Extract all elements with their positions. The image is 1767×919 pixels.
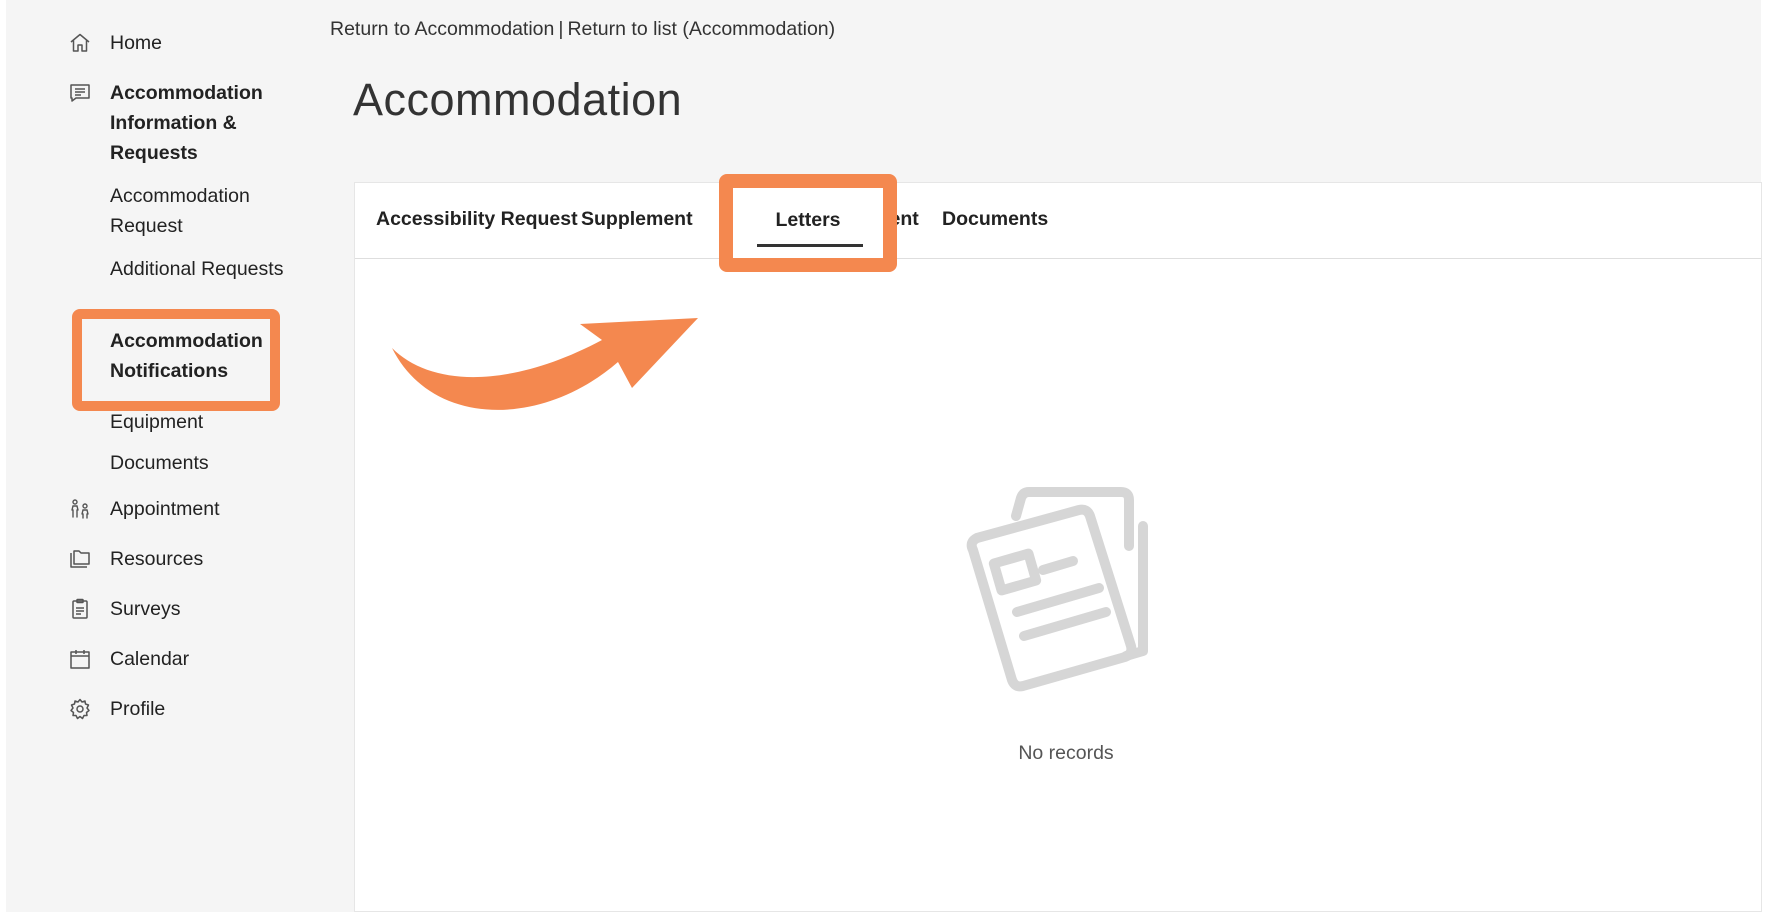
curved-arrow-icon — [392, 318, 698, 410]
tab-letters[interactable]: Letters — [733, 209, 883, 232]
sidebar-item-profile[interactable]: Profile — [68, 694, 310, 724]
sidebar-item-home[interactable]: Home — [68, 28, 310, 58]
sidebar-item-label: Accommodation Information & Requests — [110, 82, 263, 164]
sidebar: Home Accommodation Information & Request… — [6, 0, 354, 912]
gear-icon — [68, 697, 92, 721]
sidebar-subitem-accommodation-notifications[interactable]: Accommodation Notifications — [110, 326, 310, 386]
sidebar-item-accommodation-info[interactable]: Accommodation Information & Requests — [68, 78, 310, 168]
calendar-icon — [68, 647, 92, 671]
folders-icon — [68, 547, 92, 571]
page-title: Accommodation — [353, 74, 683, 125]
return-to-list-link[interactable]: Return to list (Accommodation) — [567, 18, 835, 40]
breadcrumb: Return to Accommodation | Return to list (… — [330, 18, 835, 41]
sidebar-subitem-equipment[interactable]: Equipment — [110, 407, 310, 437]
tab-bar: Accessibility Request Supplement quipmen… — [355, 183, 1761, 259]
sidebar-item-resources[interactable]: Resources — [68, 544, 310, 574]
sidebar-item-calendar[interactable]: Calendar — [68, 644, 310, 674]
sidebar-item-label: Profile — [110, 698, 166, 720]
highlight-box-tab: Letters — [719, 174, 897, 272]
app-frame: Home Accommodation Information & Request… — [6, 0, 1762, 912]
no-records-text: No records — [1018, 742, 1114, 764]
documents-empty-icon — [966, 487, 1148, 692]
tab-accessibility-request[interactable]: Accessibility Request — [376, 208, 578, 231]
message-list-icon — [68, 81, 92, 105]
sidebar-item-surveys[interactable]: Surveys — [68, 594, 310, 624]
home-icon — [68, 31, 92, 55]
sidebar-subitem-additional-requests[interactable]: Additional Requests — [110, 254, 310, 284]
sidebar-item-label: Appointment — [110, 498, 220, 520]
sidebar-subitem-accommodation-request[interactable]: Accommodation Request — [110, 181, 310, 241]
sidebar-item-appointment[interactable]: Appointment — [68, 494, 310, 524]
sidebar-subitem-documents[interactable]: Documents — [110, 448, 310, 478]
sidebar-item-label: Surveys — [110, 598, 181, 620]
sidebar-item-label: Home — [110, 32, 163, 54]
clipboard-icon — [68, 597, 92, 621]
breadcrumb-separator: | — [558, 18, 564, 40]
tab-documents[interactable]: Documents — [942, 208, 1048, 231]
tab-supplement[interactable]: Supplement — [581, 208, 693, 231]
return-to-accommodation-link[interactable]: Return to Accommodation — [330, 18, 554, 40]
active-tab-indicator — [757, 244, 863, 247]
sidebar-item-label: Resources — [110, 548, 204, 570]
sidebar-item-label: Calendar — [110, 648, 190, 670]
people-icon — [68, 497, 92, 521]
